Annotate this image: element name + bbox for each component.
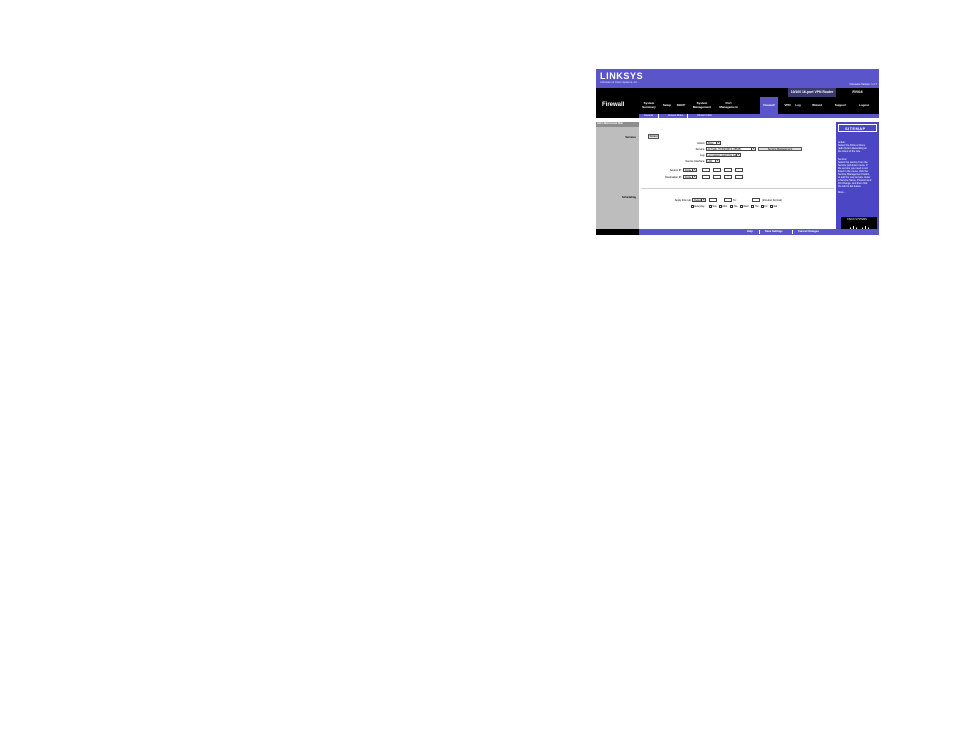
service-value: All Traffic [TCP&UDP/1~65535] <box>707 148 741 151</box>
subnav-access-rules[interactable]: Access Rules <box>668 114 683 118</box>
chevron-down-icon: ▾ <box>701 199 705 201</box>
destination-ip-octet-2[interactable] <box>713 175 721 179</box>
model-name: 10/100 16-port VPN Router <box>788 88 836 97</box>
checkbox-fri[interactable] <box>761 205 764 208</box>
checkbox-everyday[interactable] <box>691 205 694 208</box>
router-web-ui: LINKSYS A Division of Cisco Systems, Inc… <box>596 69 879 235</box>
tab-setup[interactable]: Setup <box>660 97 674 114</box>
source-interface-select[interactable]: LAN ▾ <box>706 159 720 163</box>
apply-rule-label: Apply this rule <box>674 199 691 202</box>
source-ip-octet-1[interactable] <box>702 168 710 172</box>
more-link[interactable]: More... <box>838 191 878 194</box>
scheduling-label: Scheduling <box>622 196 636 199</box>
source-ip-octet-4[interactable] <box>735 168 743 172</box>
wizard-button[interactable]: Wizard <box>648 134 659 139</box>
log-select[interactable]: Log packets match this rule ▾ <box>706 153 741 157</box>
linksys-logo: LINKSYS <box>600 71 644 81</box>
tab-system-management[interactable]: System Management <box>689 97 715 114</box>
sitemap-logo[interactable]: SITEMAP <box>838 124 877 132</box>
source-ip-label: Source IP: <box>669 169 682 172</box>
log-label: Log: <box>699 154 705 157</box>
destination-ip-octet-3[interactable] <box>724 175 732 179</box>
chevron-down-icon: ▾ <box>716 142 720 144</box>
tab-support[interactable]: Support <box>832 97 849 114</box>
time-to-field[interactable] <box>752 198 760 202</box>
apply-rule-select[interactable]: Always ▾ <box>692 198 706 202</box>
tab-vpn[interactable]: VPN <box>783 97 792 114</box>
checkbox-wed[interactable] <box>740 205 743 208</box>
action-value: Allow <box>707 142 714 145</box>
tab-log[interactable]: Log <box>793 97 803 114</box>
tab-firewall[interactable]: Firewall <box>760 97 778 114</box>
help-line: the intent of the rule. <box>838 150 861 153</box>
firmware-version: Firmware Version: 1.1.7 <box>849 83 877 86</box>
chevron-down-icon: ▾ <box>692 169 696 171</box>
logo-subtitle: A Division of Cisco Systems, Inc. <box>600 81 638 84</box>
service-label: Service: <box>695 148 705 151</box>
help-button[interactable]: Help <box>747 229 753 235</box>
tab-wizard[interactable]: Wizard <box>809 97 825 114</box>
chevron-down-icon: ▾ <box>692 176 696 178</box>
checkbox-tue[interactable] <box>730 205 733 208</box>
destination-ip-select[interactable]: Single ▾ <box>683 175 697 179</box>
source-interface-label: Source Interface: <box>685 160 705 163</box>
subnav-left-spacer <box>596 114 639 118</box>
day-label-tue: Tue <box>733 205 738 208</box>
destination-ip-octet-4[interactable] <box>735 175 743 179</box>
checkbox-sun[interactable] <box>709 205 712 208</box>
destination-ip-label: Destination IP: <box>665 176 682 179</box>
chevron-down-icon: ▾ <box>715 160 719 162</box>
chevron-down-icon: ▾ <box>751 148 755 150</box>
destination-ip-value: Single <box>684 176 692 179</box>
section-heading: Add a New Access Rule <box>596 122 639 127</box>
tab-system-summary[interactable]: System Summary <box>639 97 659 114</box>
source-interface-value: LAN <box>707 160 713 163</box>
service-select[interactable]: All Traffic [TCP&UDP/1~65535] ▾ <box>706 147 756 151</box>
cancel-changes-button[interactable]: Cancel Changes <box>798 229 819 235</box>
action-select[interactable]: Allow ▾ <box>706 141 721 145</box>
day-label-sat: Sat <box>773 205 778 208</box>
checkbox-mon[interactable] <box>719 205 722 208</box>
source-ip-octet-2[interactable] <box>713 168 721 172</box>
checkbox-thu[interactable] <box>751 205 754 208</box>
model-code: RV016 <box>852 90 863 94</box>
footer-left-spacer <box>596 229 639 235</box>
checkbox-sat[interactable] <box>770 205 773 208</box>
source-ip-octet-3[interactable] <box>724 168 732 172</box>
services-label: Services <box>625 136 636 139</box>
day-label-everyday: Everyday <box>694 205 705 208</box>
day-label-fri: Fri <box>764 205 768 208</box>
service-management-button[interactable]: Service Management <box>758 147 802 152</box>
time-from-field[interactable] <box>709 198 717 202</box>
log-value: Log packets match this rule <box>707 154 737 157</box>
source-ip-value: Single <box>684 169 692 172</box>
page-title: Firewall <box>602 102 625 108</box>
day-label-wed: Wed <box>743 205 749 208</box>
destination-ip-octet-1[interactable] <box>702 175 710 179</box>
help-line: the Add to list button. <box>838 185 862 188</box>
to-label: To: <box>733 199 737 202</box>
tab-dhcp[interactable]: DHCP <box>674 97 688 114</box>
subnav-content-filter[interactable]: Content Filter <box>697 114 712 118</box>
tab-port-management[interactable]: Port Management <box>716 97 741 114</box>
day-label-sun: Sun <box>712 205 717 208</box>
time-format-label: (24-Hour Format) <box>762 199 783 202</box>
day-label-thu: Thu <box>754 205 759 208</box>
day-label-mon: Mon <box>722 205 728 208</box>
source-ip-select[interactable]: Single ▾ <box>683 168 697 172</box>
save-settings-button[interactable]: Save Settings <box>765 229 783 235</box>
chevron-down-icon: ▾ <box>736 154 740 156</box>
time-from-minutes-field[interactable] <box>724 198 732 202</box>
tab-logout[interactable]: Logout <box>855 97 873 114</box>
subnav-general[interactable]: General <box>644 114 653 118</box>
cisco-logo-text: CISCO SYSTEMS <box>847 218 867 221</box>
action-label: Action: <box>697 142 705 145</box>
